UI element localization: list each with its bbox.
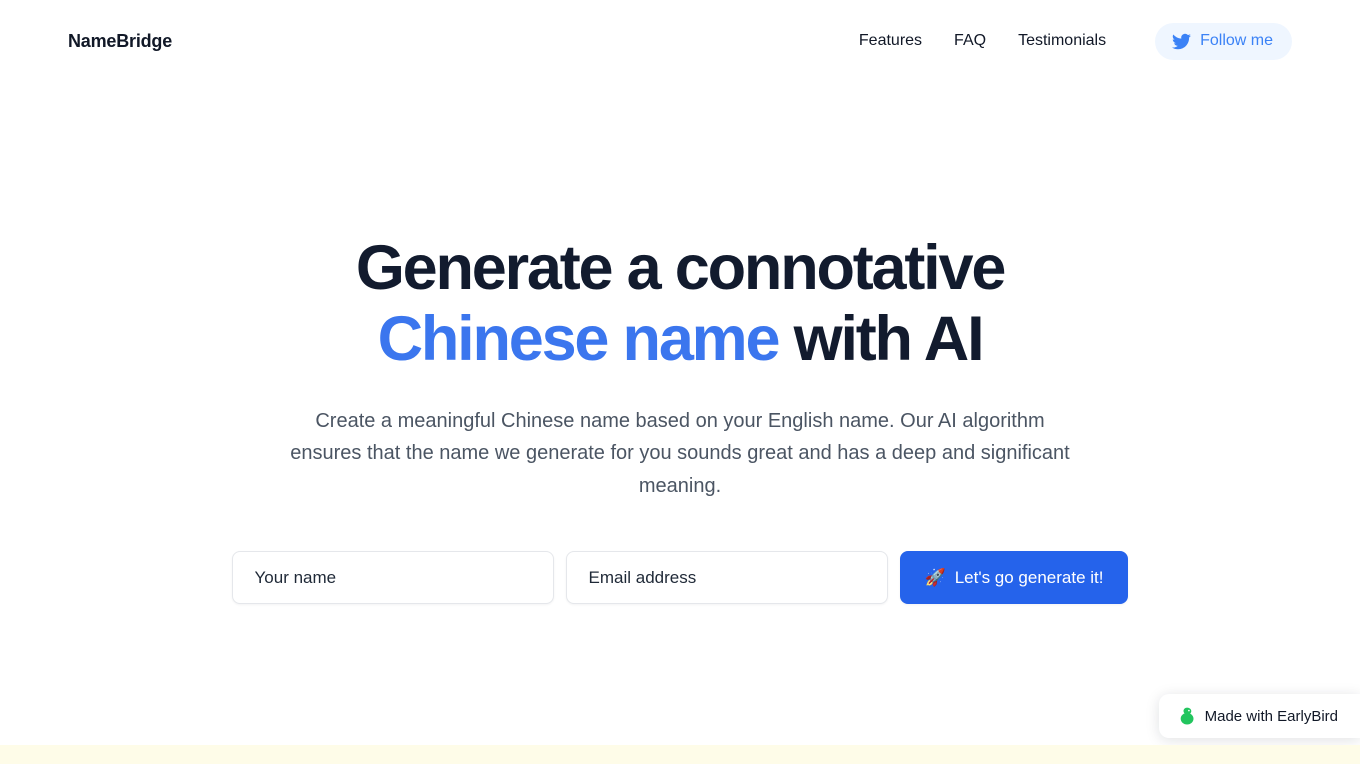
generate-button-label: Let's go generate it! <box>954 567 1104 587</box>
main-navigation: Features FAQ Testimonials Follow me <box>843 22 1292 60</box>
signup-form: 🚀 Let's go generate it! <box>0 551 1360 605</box>
site-header: NameBridge Features FAQ Testimonials Fol… <box>0 0 1360 82</box>
made-with-earlybird-badge[interactable]: Made with EarlyBird <box>1158 694 1360 738</box>
email-input[interactable] <box>565 551 888 605</box>
rocket-icon: 🚀 <box>924 568 946 588</box>
earlybird-label: Made with EarlyBird <box>1204 707 1338 725</box>
follow-me-label: Follow me <box>1200 32 1273 49</box>
follow-me-button[interactable]: Follow me <box>1155 22 1292 60</box>
headline-accent: Chinese name <box>377 304 781 374</box>
twitter-icon <box>1172 32 1192 51</box>
brand-logo[interactable]: NameBridge <box>68 31 172 52</box>
name-input[interactable] <box>231 551 554 605</box>
headline-line-2-rest: with AI <box>793 304 985 374</box>
bird-icon <box>1180 707 1195 725</box>
generate-button[interactable]: 🚀 Let's go generate it! <box>899 551 1129 605</box>
headline-line-2: Chinese name with AI <box>230 308 1130 371</box>
landing-page: NameBridge Features FAQ Testimonials Fol… <box>0 0 1360 764</box>
hero-section: Generate a connotative Chinese name with… <box>0 82 1360 605</box>
page-title: Generate a connotative Chinese name with… <box>230 237 1130 371</box>
headline-line-1: Generate a connotative <box>355 233 1007 303</box>
bottom-accent-strip <box>0 745 1360 764</box>
nav-link-testimonials[interactable]: Testimonials <box>1002 24 1122 58</box>
nav-link-features[interactable]: Features <box>843 24 938 58</box>
nav-link-faq[interactable]: FAQ <box>938 24 1002 58</box>
hero-subtitle: Create a meaningful Chinese name based o… <box>290 410 1070 497</box>
